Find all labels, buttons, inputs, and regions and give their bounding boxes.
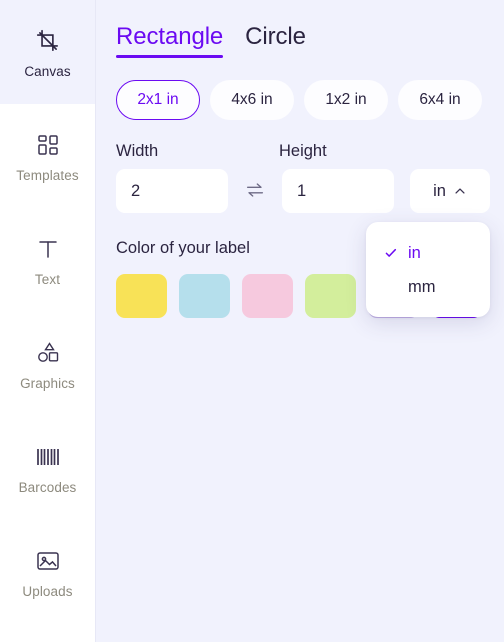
sidebar-item-label: Uploads — [22, 583, 73, 599]
sidebar-item-graphics[interactable]: Graphics — [0, 312, 95, 416]
unit-option-label: in — [408, 243, 421, 262]
color-swatch-light-blue[interactable] — [179, 274, 230, 318]
color-swatch-pink[interactable] — [242, 274, 293, 318]
sidebar-item-uploads[interactable]: Uploads — [0, 520, 95, 624]
sidebar-item-label: Canvas — [24, 63, 71, 79]
sidebar-item-label: Graphics — [20, 375, 75, 391]
size-preset-2x1[interactable]: 2x1 in — [116, 80, 200, 120]
unit-option-mm[interactable]: mm — [366, 270, 490, 304]
text-t-icon — [33, 234, 63, 264]
sidebar-item-templates[interactable]: Templates — [0, 104, 95, 208]
shape-tabs: Rectangle Circle — [116, 22, 490, 58]
sidebar-item-canvas[interactable]: Canvas — [0, 0, 95, 104]
sidebar-item-label: Templates — [16, 167, 79, 183]
left-sidebar: Canvas Templates Text Graphics Barcodes … — [0, 0, 96, 642]
image-upload-icon — [33, 546, 63, 576]
crop-icon — [33, 26, 63, 56]
sidebar-item-text[interactable]: Text — [0, 208, 95, 312]
label-editor-app: Canvas Templates Text Graphics Barcodes … — [0, 0, 504, 642]
check-icon — [384, 246, 398, 260]
barcode-icon — [33, 442, 63, 472]
width-label: Width — [116, 142, 159, 160]
swap-dimensions-button[interactable] — [228, 169, 282, 213]
sidebar-item-barcodes[interactable]: Barcodes — [0, 416, 95, 520]
dimension-controls: in in — [116, 169, 490, 317]
shapes-icon — [33, 338, 63, 368]
size-preset-1x2[interactable]: 1x2 in — [304, 80, 388, 120]
tab-rectangle[interactable]: Rectangle — [116, 22, 224, 58]
unit-dropdown-button[interactable]: in — [410, 169, 490, 213]
sidebar-item-label: Barcodes — [18, 479, 77, 495]
unit-selector: in in mm — [366, 169, 490, 317]
color-swatch-green[interactable] — [305, 274, 356, 318]
chevron-up-icon — [453, 184, 467, 198]
swap-arrows-icon — [244, 179, 266, 204]
canvas-settings-panel: Rectangle Circle 2x1 in 4x6 in 1x2 in 6x… — [96, 0, 504, 642]
tab-circle[interactable]: Circle — [245, 22, 306, 58]
grid-icon — [33, 130, 63, 160]
width-input[interactable] — [116, 169, 228, 213]
height-input[interactable] — [282, 169, 394, 213]
unit-option-in[interactable]: in — [366, 236, 490, 270]
dimension-labels: Width Height — [116, 142, 490, 161]
color-swatch-yellow[interactable] — [116, 274, 167, 318]
unit-option-label: mm — [408, 277, 436, 296]
height-label: Height — [279, 142, 327, 160]
size-preset-list: 2x1 in 4x6 in 1x2 in 6x4 in — [116, 80, 490, 120]
unit-current-value: in — [433, 181, 446, 200]
sidebar-item-label: Text — [34, 271, 61, 287]
unit-dropdown-menu: in mm — [366, 222, 490, 317]
size-preset-6x4[interactable]: 6x4 in — [398, 80, 482, 120]
size-preset-4x6[interactable]: 4x6 in — [210, 80, 294, 120]
